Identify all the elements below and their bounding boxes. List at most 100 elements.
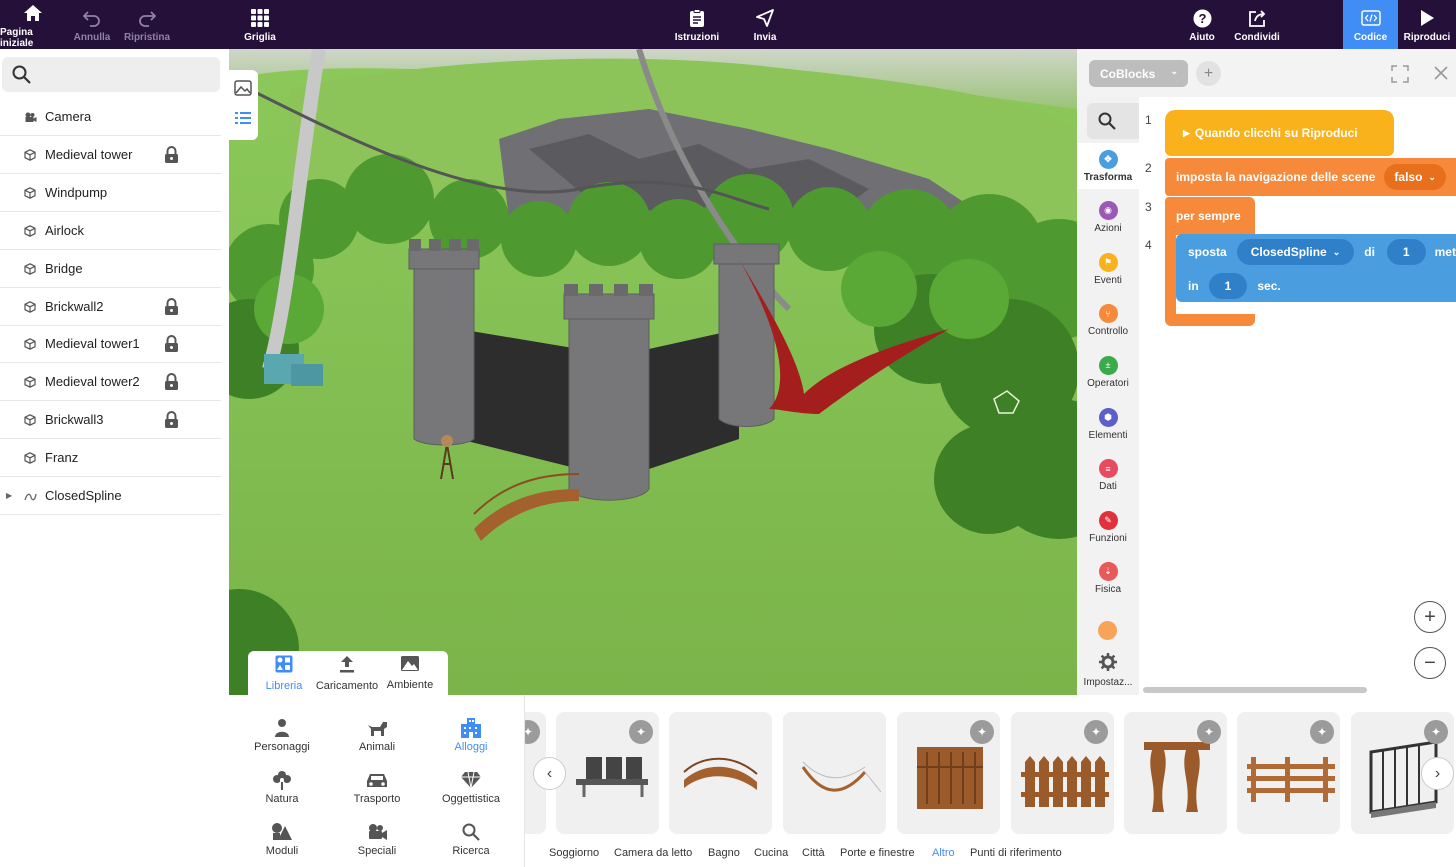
carousel-next-button[interactable]: › xyxy=(1421,757,1454,790)
tree-item[interactable]: Medieval tower1 xyxy=(0,325,221,364)
block-category-label: Eventi xyxy=(1094,274,1122,286)
code-horizontal-scrollbar[interactable] xyxy=(1143,687,1367,693)
magic-wand-icon[interactable]: ✦ xyxy=(1310,720,1334,744)
magic-wand-icon[interactable]: ✦ xyxy=(970,720,994,744)
asset-card[interactable] xyxy=(783,712,886,834)
scene-viewport[interactable] xyxy=(229,49,1077,695)
block-search-button[interactable] xyxy=(1087,103,1139,139)
close-icon[interactable] xyxy=(1434,66,1448,85)
lock-icon[interactable] xyxy=(164,297,179,319)
asset-card[interactable]: ✦ xyxy=(1237,712,1340,834)
block-category-elements[interactable]: ⬢ Elementi xyxy=(1077,401,1139,447)
tree-item[interactable]: Medieval tower xyxy=(0,136,221,174)
grid-button[interactable]: Griglia xyxy=(240,0,280,49)
zoom-in-button[interactable]: + xyxy=(1414,601,1446,633)
block-category-actions[interactable]: ◉ Azioni xyxy=(1077,195,1139,241)
instructions-button[interactable]: Istruzioni xyxy=(672,0,722,49)
block-category-transform[interactable]: ✥ Trasforma xyxy=(1077,143,1139,189)
category-oggettistica[interactable]: Oggettistica xyxy=(426,765,516,809)
move-amount-input[interactable]: 1 xyxy=(1386,239,1426,265)
play-button[interactable]: Riproduci xyxy=(1402,0,1452,49)
category-animali[interactable]: Animali xyxy=(332,713,422,757)
set-navigation-block[interactable]: imposta la navigazione delle scene falso… xyxy=(1165,158,1456,196)
asset-card[interactable]: ✦ xyxy=(897,712,1000,834)
asset-card[interactable]: ✦ xyxy=(1124,712,1227,834)
subcategory-punti-di-riferimento[interactable]: Punti di riferimento xyxy=(970,847,1062,859)
forever-block[interactable]: per sempre xyxy=(1165,197,1255,235)
category-personaggi[interactable]: Personaggi xyxy=(237,713,327,757)
list-icon[interactable] xyxy=(235,111,251,130)
subcategory-cucina[interactable]: Cucina xyxy=(754,847,788,859)
category-trasporto[interactable]: Trasporto xyxy=(332,765,422,809)
subcategory-altro[interactable]: Altro xyxy=(932,847,955,859)
magic-wand-icon[interactable]: ✦ xyxy=(1197,720,1221,744)
tree-item[interactable]: ▶ ClosedSpline xyxy=(0,477,221,515)
lock-icon[interactable] xyxy=(164,335,179,356)
block-category-functions[interactable]: ✎ Funzioni xyxy=(1077,504,1139,550)
carousel-prev-button[interactable]: ‹ xyxy=(533,757,566,790)
block-category-physics[interactable]: ⇣ Fisica xyxy=(1077,556,1139,602)
expand-arrow-icon[interactable]: ▶ xyxy=(6,491,12,500)
add-script-button[interactable]: + xyxy=(1196,61,1221,86)
spline-icon xyxy=(24,490,37,505)
lock-icon[interactable] xyxy=(164,145,179,167)
tree-item[interactable]: Windpump xyxy=(0,174,221,212)
tree-item[interactable]: Airlock xyxy=(0,212,221,250)
tree-item[interactable]: Franz xyxy=(0,439,221,478)
home-button[interactable]: Pagina iniziale xyxy=(0,0,65,49)
category-ricerca[interactable]: Ricerca xyxy=(426,817,516,861)
magic-wand-icon[interactable]: ✦ xyxy=(525,720,540,744)
subcategory-porte-e-finestre[interactable]: Porte e finestre xyxy=(840,847,915,859)
subcategory-soggiorno[interactable]: Soggiorno xyxy=(549,847,599,859)
category-moduli[interactable]: Moduli xyxy=(237,817,327,861)
chevron-down-icon: ⌄ xyxy=(1428,171,1436,182)
redo-button[interactable]: Ripristina xyxy=(122,0,172,49)
tree-item[interactable]: Brickwall3 xyxy=(0,401,221,440)
move-block[interactable]: sposta ClosedSpline ⌄ di 1 met in 1 sec. xyxy=(1176,234,1456,302)
subcategory-camera-da-letto[interactable]: Camera da letto xyxy=(614,847,692,859)
asset-card[interactable] xyxy=(669,712,772,834)
scene-search-input[interactable] xyxy=(2,57,220,92)
lock-icon[interactable] xyxy=(164,411,179,432)
code-button[interactable]: Codice xyxy=(1343,0,1398,49)
magic-wand-icon[interactable]: ✦ xyxy=(1084,720,1108,744)
category-speciali[interactable]: Speciali xyxy=(332,817,422,861)
subcategory-bagno[interactable]: Bagno xyxy=(708,847,740,859)
tree-item[interactable]: Bridge xyxy=(0,250,221,288)
block-settings-button[interactable]: Impostaz... xyxy=(1077,645,1139,695)
subcategory-citta[interactable]: Città xyxy=(802,847,825,859)
coblocks-select[interactable]: CoBlocks ⌄ xyxy=(1089,60,1188,87)
category-natura[interactable]: Natura xyxy=(237,765,327,809)
tree-item[interactable]: Brickwall2 xyxy=(0,288,221,326)
tab-library[interactable]: Libreria xyxy=(258,651,310,695)
tab-upload[interactable]: Caricamento xyxy=(314,651,380,695)
undo-button[interactable]: Annulla xyxy=(70,0,114,49)
magic-wand-icon[interactable]: ✦ xyxy=(1424,720,1448,744)
tab-environment[interactable]: Ambiente xyxy=(384,651,436,695)
plus-icon: + xyxy=(1424,605,1436,628)
when-play-block[interactable]: ▶ Quando clicchi su Riproduci xyxy=(1165,110,1394,156)
help-button[interactable]: ? Aiuto xyxy=(1184,0,1220,49)
block-category-events[interactable]: ⚑ Eventi xyxy=(1077,246,1139,292)
share-button[interactable]: Condividi xyxy=(1233,0,1281,49)
lock-icon[interactable] xyxy=(164,373,179,394)
block-category-label: Dati xyxy=(1099,481,1117,493)
category-alloggi[interactable]: Alloggi xyxy=(426,713,516,757)
asset-card[interactable]: ✦ xyxy=(556,712,659,834)
block-category-control[interactable]: ⑂ Controllo xyxy=(1077,298,1139,344)
duration-input[interactable]: 1 xyxy=(1208,273,1248,299)
move-target-dropdown[interactable]: ClosedSpline ⌄ xyxy=(1236,239,1355,265)
redo-label: Ripristina xyxy=(123,32,171,43)
block-category-operators[interactable]: ± Operatori xyxy=(1077,349,1139,395)
block-category-data[interactable]: ≡ Dati xyxy=(1077,453,1139,499)
fullscreen-icon[interactable] xyxy=(1391,65,1409,88)
asset-card[interactable]: ✦ xyxy=(1011,712,1114,834)
elements-icon: ⬢ xyxy=(1098,407,1118,427)
send-button[interactable]: Invia xyxy=(745,0,785,49)
zoom-out-button[interactable]: − xyxy=(1414,647,1446,679)
tree-item[interactable]: Medieval tower2 xyxy=(0,363,221,402)
image-icon[interactable] xyxy=(234,80,252,101)
tree-item[interactable]: Camera xyxy=(0,98,221,136)
navigation-value-dropdown[interactable]: falso ⌄ xyxy=(1384,164,1446,190)
magic-wand-icon[interactable]: ✦ xyxy=(629,720,653,744)
